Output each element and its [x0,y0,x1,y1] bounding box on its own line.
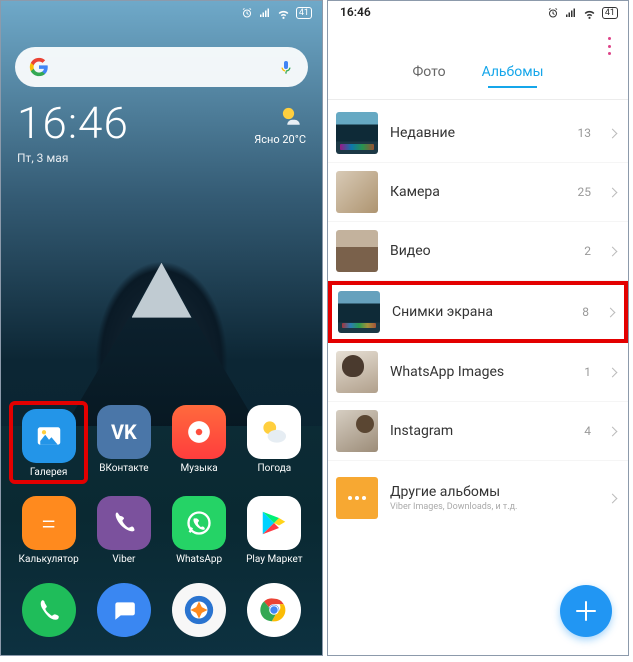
app-label: ВКонтакте [99,463,148,474]
album-count: 4 [584,424,591,438]
google-search-bar[interactable] [15,47,308,87]
weather-cond: Ясно [254,133,279,146]
tabs: Фото Альбомы [328,55,628,89]
chevron-right-icon [606,307,616,317]
wifi-icon [583,7,596,20]
app-vk[interactable]: VK ВКонтакте [86,405,161,482]
weather-widget[interactable]: Ясно 20°C [254,101,306,146]
chevron-right-icon [608,493,618,503]
album-name: WhatsApp Images [390,364,572,380]
app-label: Play Маркет [246,554,303,565]
app-music[interactable]: Музыка [162,405,237,482]
app-grid: Галерея VK ВКонтакте Музыка Погода = [1,405,322,565]
battery-icon: 41 [602,7,618,19]
tab-photos[interactable]: Фото [412,64,445,80]
chevron-right-icon [608,367,618,377]
alarm-icon [241,7,253,19]
google-logo-icon [29,57,49,77]
wifi-icon [277,7,290,20]
app-label: Viber [112,554,135,565]
app-gallery[interactable]: Галерея [9,401,88,484]
gallery-albums-screen: 16:46 41 Фото Альбомы Недавние 13 Камера… [327,0,629,656]
weather-sun-icon [276,101,306,131]
album-thumb [338,291,380,333]
status-bar: 41 [1,1,322,25]
music-icon [172,405,226,459]
album-thumb [336,171,378,213]
album-screenshots[interactable]: Снимки экрана 8 [328,281,628,343]
vk-icon: VK [97,405,151,459]
app-label: Галерея [30,467,67,478]
divider [328,99,628,100]
clock-widget[interactable]: 16:46 [17,97,254,149]
app-playstore[interactable]: Play Маркет [237,496,312,565]
album-name: Instagram [390,423,572,439]
app-label: WhatsApp [176,554,222,565]
chevron-right-icon [608,246,618,256]
other-title: Другие альбомы [390,484,597,500]
app-weather[interactable]: Погода [237,405,312,482]
fab-add-button[interactable] [560,585,612,637]
weather-temp: 20°C [282,133,306,146]
album-list: Недавние 13 Камера 25 Видео 2 Снимки экр… [328,104,628,531]
album-instagram[interactable]: Instagram 4 [328,402,628,461]
dock-chrome[interactable] [247,583,301,637]
dock-browser[interactable] [172,583,226,637]
app-label: Погода [257,463,291,474]
date-label: Пт, 3 мая [17,151,254,165]
mic-icon[interactable] [278,59,294,75]
album-count: 13 [578,126,592,140]
home-screen: 41 16:46 Пт, 3 мая Ясно 20°C Галер [0,0,323,656]
album-other[interactable]: Другие альбомы Viber Images, Downloads, … [328,465,628,531]
album-name: Камера [390,184,566,200]
app-label: Музыка [181,463,218,474]
signal-icon [259,7,271,19]
alarm-icon [547,7,559,19]
tab-albums[interactable]: Альбомы [482,64,544,80]
battery-icon: 41 [296,7,312,19]
dock-messages[interactable] [97,583,151,637]
album-count: 2 [584,244,591,258]
viber-icon [97,496,151,550]
other-thumb-icon [336,477,378,519]
album-thumb [336,230,378,272]
gallery-icon [22,409,76,463]
app-whatsapp[interactable]: WhatsApp [162,496,237,565]
app-label: Калькулятор [19,554,79,565]
album-name: Недавние [390,125,566,141]
album-thumb [336,410,378,452]
dock-phone[interactable] [22,583,76,637]
album-whatsapp[interactable]: WhatsApp Images 1 [328,343,628,402]
more-menu-icon[interactable] [600,37,618,55]
dock [1,575,322,645]
weather-app-icon [247,405,301,459]
album-thumb [336,351,378,393]
app-calculator[interactable]: = Калькулятор [11,496,86,565]
album-video[interactable]: Видео 2 [328,222,628,281]
status-time: 16:46 [340,5,371,19]
chevron-right-icon [608,426,618,436]
calculator-icon: = [22,496,76,550]
chevron-right-icon [608,187,618,197]
status-bar: 41 [328,1,628,25]
album-name: Снимки экрана [392,304,570,320]
signal-icon [565,7,577,19]
other-subtitle: Viber Images, Downloads, и т.д. [390,502,597,512]
album-count: 1 [584,365,591,379]
album-recent[interactable]: Недавние 13 [328,104,628,163]
album-thumb [336,112,378,154]
app-viber[interactable]: Viber [86,496,161,565]
whatsapp-icon [172,496,226,550]
album-camera[interactable]: Камера 25 [328,163,628,222]
album-name: Видео [390,243,572,259]
album-count: 8 [582,305,589,319]
chevron-right-icon [608,128,618,138]
album-count: 25 [578,185,592,199]
playstore-icon [247,496,301,550]
